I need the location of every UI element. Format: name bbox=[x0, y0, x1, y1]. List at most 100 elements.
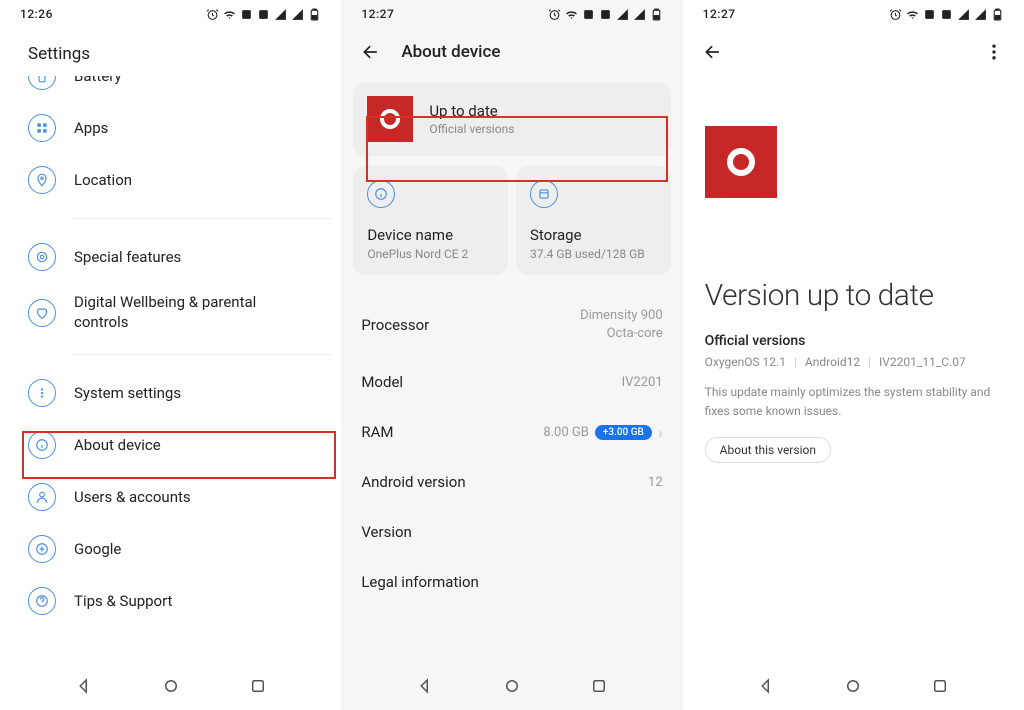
sim-icon bbox=[240, 8, 253, 21]
setting-label: Google bbox=[74, 540, 121, 558]
apps-icon bbox=[28, 114, 56, 142]
setting-item-system[interactable]: System settings bbox=[10, 367, 331, 419]
nav-home-icon[interactable] bbox=[162, 677, 180, 695]
setting-item-special[interactable]: Special features bbox=[10, 231, 331, 283]
location-icon bbox=[28, 166, 56, 194]
spec-label: RAM bbox=[361, 423, 393, 441]
setting-item-apps[interactable]: Apps bbox=[10, 102, 331, 154]
special-icon bbox=[28, 243, 56, 271]
signal2-icon bbox=[291, 8, 304, 21]
setting-item-tips[interactable]: Tips & Support bbox=[10, 575, 331, 627]
meta-os: OxygenOS 12.1 bbox=[705, 355, 786, 369]
nav-recent-icon[interactable] bbox=[931, 677, 949, 695]
page-title: About device bbox=[401, 42, 500, 62]
signal2-icon bbox=[974, 8, 987, 21]
nav-back-icon[interactable] bbox=[75, 677, 93, 695]
signal-icon bbox=[274, 8, 287, 21]
battery-icon bbox=[650, 8, 663, 21]
status-bar: 12:27 bbox=[683, 0, 1024, 28]
info-icon bbox=[28, 431, 56, 459]
ram-badge: +3.00 GB bbox=[595, 425, 652, 440]
setting-item-location[interactable]: Location bbox=[10, 154, 331, 206]
spec-value: Dimensity 900 Octa-core bbox=[580, 307, 663, 343]
spec-value: 8.00 GB bbox=[543, 425, 589, 440]
alarm-icon bbox=[548, 8, 561, 21]
wifi-icon bbox=[565, 8, 578, 21]
version-content: Version up to date Official versions Oxy… bbox=[683, 76, 1024, 662]
nav-home-icon[interactable] bbox=[503, 677, 521, 695]
version-title: Version up to date bbox=[705, 278, 1002, 313]
update-subtitle: Official versions bbox=[429, 122, 514, 136]
setting-label: Digital Wellbeing & parental controls bbox=[74, 293, 313, 332]
setting-label: Apps bbox=[74, 119, 108, 137]
spec-model[interactable]: Model IV2201 bbox=[353, 357, 670, 407]
meta-android: Android12 bbox=[805, 355, 860, 369]
more-icon[interactable] bbox=[984, 42, 1004, 62]
setting-item-google[interactable]: Google bbox=[10, 523, 331, 575]
spec-legal[interactable]: Legal information bbox=[353, 557, 670, 607]
setting-item-wellbeing[interactable]: Digital Wellbeing & parental controls bbox=[10, 283, 331, 342]
nav-back-icon[interactable] bbox=[757, 677, 775, 695]
status-icons bbox=[548, 8, 663, 21]
status-bar: 12:27 bbox=[341, 0, 682, 28]
setting-item-users[interactable]: Users & accounts bbox=[10, 471, 331, 523]
user-icon bbox=[28, 483, 56, 511]
os-logo-icon bbox=[367, 96, 413, 142]
meta-build: IV2201_11_C.07 bbox=[879, 355, 966, 369]
spec-label: Legal information bbox=[361, 573, 478, 591]
update-title: Up to date bbox=[429, 102, 514, 120]
sim2-icon bbox=[599, 8, 612, 21]
setting-label: About device bbox=[74, 436, 161, 454]
spec-android[interactable]: Android version 12 bbox=[353, 457, 670, 507]
device-name-card[interactable]: Device name OnePlus Nord CE 2 bbox=[353, 166, 508, 275]
battery-icon bbox=[28, 76, 56, 90]
battery-icon bbox=[308, 8, 321, 21]
setting-label: System settings bbox=[74, 384, 181, 402]
update-card[interactable]: Up to date Official versions bbox=[353, 82, 670, 156]
about-version-button[interactable]: About this version bbox=[705, 437, 831, 463]
spec-ram[interactable]: RAM 8.00 GB +3.00 GB › bbox=[353, 407, 670, 457]
signal-icon bbox=[616, 8, 629, 21]
version-description: This update mainly optimizes the system … bbox=[705, 383, 1002, 421]
spec-processor[interactable]: Processor Dimensity 900 Octa-core bbox=[353, 293, 670, 357]
wifi-icon bbox=[223, 8, 236, 21]
signal2-icon bbox=[633, 8, 646, 21]
storage-card[interactable]: Storage 37.4 GB used/128 GB bbox=[516, 166, 671, 275]
spec-label: Version bbox=[361, 523, 412, 541]
sim2-icon bbox=[257, 8, 270, 21]
divider bbox=[72, 354, 331, 355]
storage-icon bbox=[530, 180, 558, 208]
spec-label: Model bbox=[361, 373, 403, 391]
back-icon[interactable] bbox=[703, 42, 723, 62]
nav-recent-icon[interactable] bbox=[590, 677, 608, 695]
nav-bar bbox=[341, 662, 682, 710]
page-title: Settings bbox=[0, 28, 341, 76]
setting-item-battery[interactable]: Battery bbox=[10, 76, 331, 102]
card-title: Storage bbox=[530, 226, 657, 244]
status-time: 12:26 bbox=[20, 7, 53, 21]
question-icon bbox=[28, 587, 56, 615]
back-icon[interactable] bbox=[361, 42, 381, 62]
version-meta: OxygenOS 12.1 | Android12 | IV2201_11_C.… bbox=[705, 355, 1002, 369]
setting-item-about[interactable]: About device bbox=[10, 419, 331, 471]
info-icon bbox=[367, 180, 395, 208]
status-time: 12:27 bbox=[361, 7, 394, 21]
nav-home-icon[interactable] bbox=[844, 677, 862, 695]
card-value: 37.4 GB used/128 GB bbox=[530, 247, 657, 261]
nav-recent-icon[interactable] bbox=[249, 677, 267, 695]
status-icons bbox=[206, 8, 321, 21]
alarm-icon bbox=[206, 8, 219, 21]
spec-label: Android version bbox=[361, 473, 465, 491]
spec-version[interactable]: Version bbox=[353, 507, 670, 557]
battery-icon bbox=[991, 8, 1004, 21]
setting-label: Tips & Support bbox=[74, 592, 172, 610]
setting-label: Special features bbox=[74, 248, 181, 266]
setting-label: Users & accounts bbox=[74, 488, 191, 506]
version-subtitle: Official versions bbox=[705, 333, 1002, 349]
google-icon bbox=[28, 535, 56, 563]
header bbox=[683, 28, 1024, 76]
nav-back-icon[interactable] bbox=[416, 677, 434, 695]
sim2-icon bbox=[940, 8, 953, 21]
nav-bar bbox=[0, 662, 341, 710]
sim-icon bbox=[923, 8, 936, 21]
